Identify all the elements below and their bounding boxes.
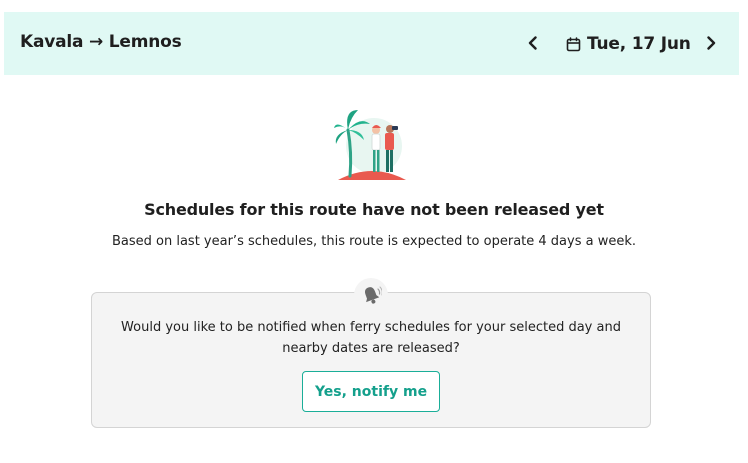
chevron-left-icon: [528, 36, 537, 50]
route-title: Kavala → Lemnos: [20, 32, 182, 52]
chevron-right-icon: [707, 36, 716, 50]
route-header: Kavala → Lemnos Tue, 17 Jun: [4, 12, 739, 75]
date-selector[interactable]: Tue, 17 Jun: [566, 32, 691, 56]
next-day-button[interactable]: [699, 31, 723, 55]
notify-question: Would you like to be notified when ferry…: [121, 320, 621, 356]
no-schedules-title: Schedules for this route have not been r…: [144, 200, 604, 219]
selected-date: Tue, 17 Jun: [587, 34, 691, 54]
previous-day-button[interactable]: [521, 31, 545, 55]
route-arrow: →: [89, 32, 104, 52]
origin-label: Kavala: [20, 32, 84, 52]
calendar-icon: [566, 36, 581, 51]
destination-label: Lemnos: [108, 32, 182, 52]
bell-icon: [354, 278, 388, 312]
expected-operation-text: Based on last year’s schedules, this rou…: [111, 234, 636, 249]
island-travelers-illustration: [332, 102, 412, 182]
notify-me-button[interactable]: Yes, notify me: [302, 371, 440, 412]
notify-card: Would you like to be notified when ferry…: [91, 292, 651, 428]
